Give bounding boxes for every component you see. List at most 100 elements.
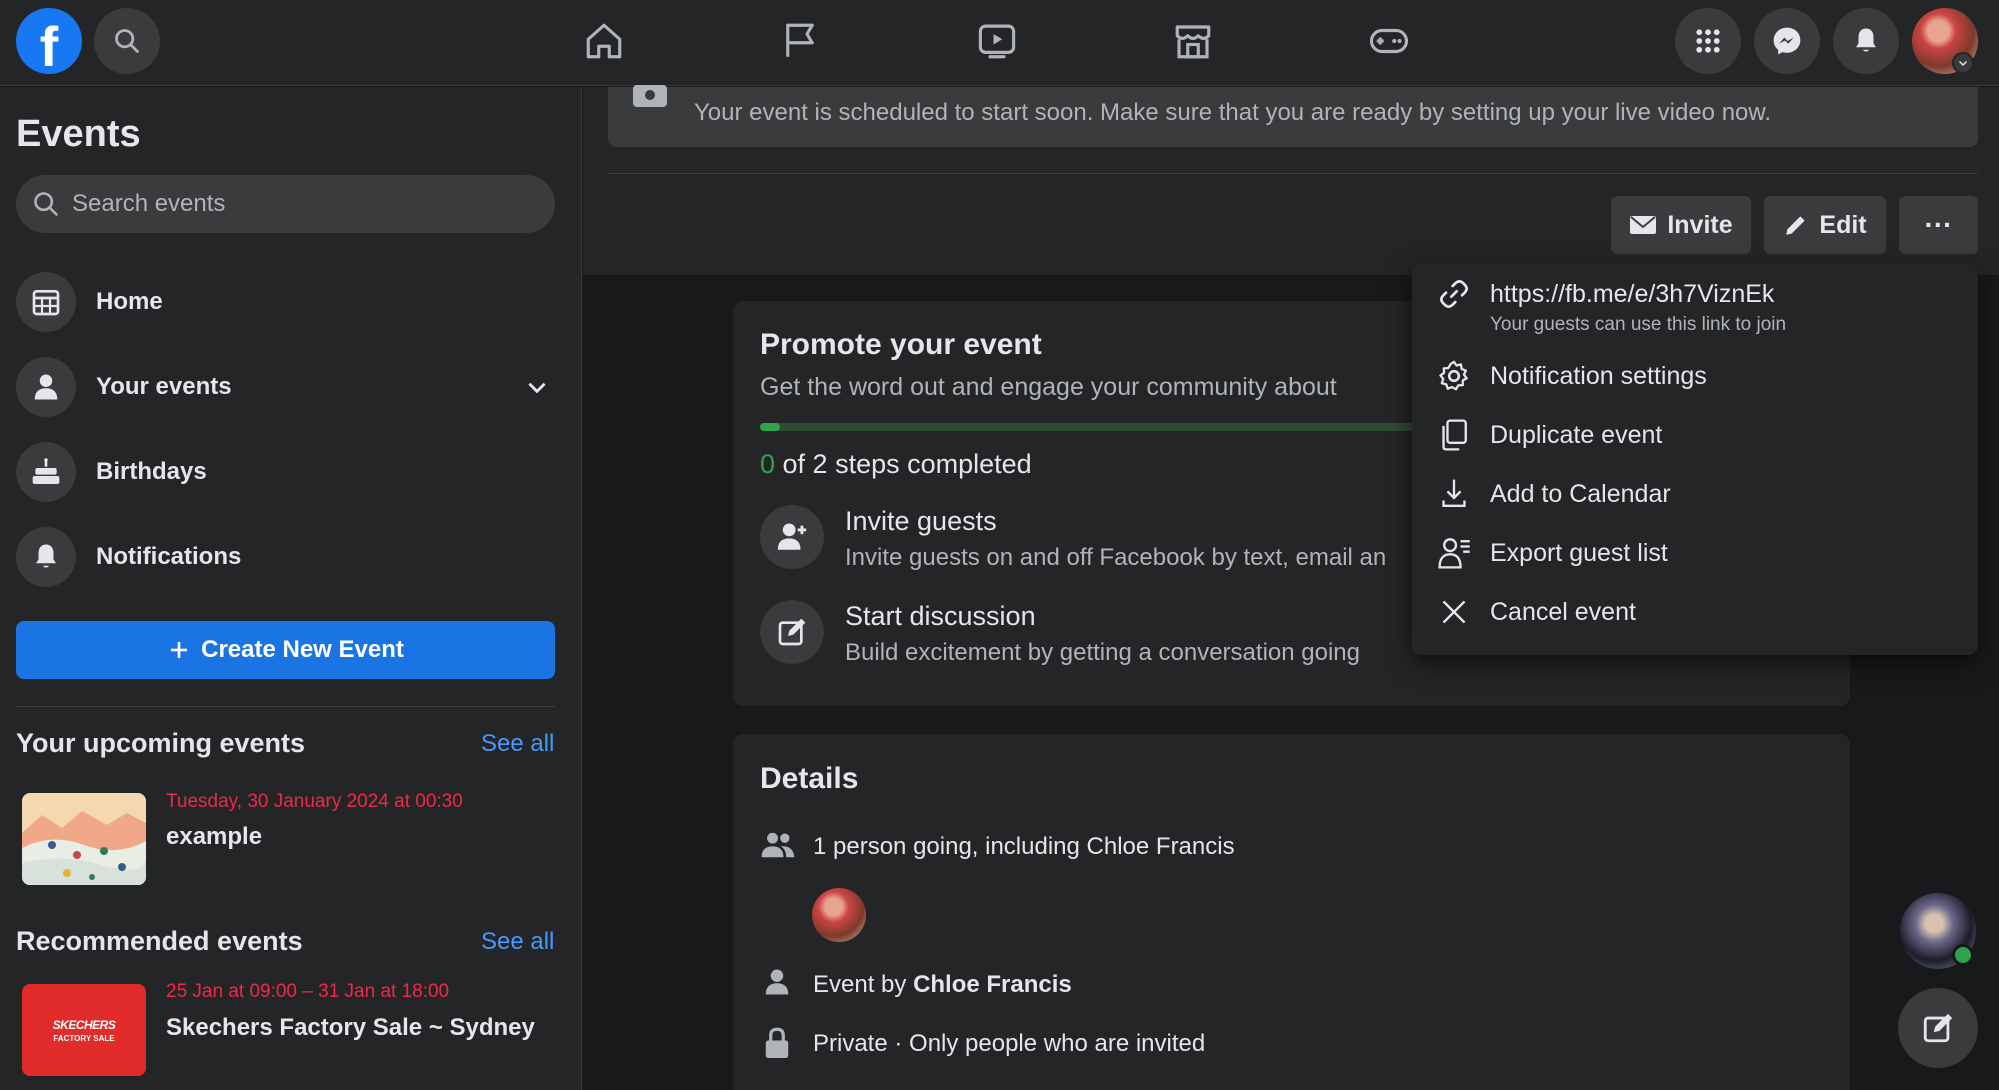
calendar-grid-icon: [16, 272, 76, 332]
step-invite-guests-title[interactable]: Invite guests: [845, 506, 997, 537]
promote-progress-fill: [760, 423, 780, 431]
live-video-banner-text: Your event is scheduled to start soon. M…: [694, 99, 1772, 126]
upcoming-see-all-link[interactable]: See all: [481, 730, 554, 758]
notifications-button[interactable]: [1833, 8, 1899, 74]
search-icon: [115, 29, 139, 53]
menu-button[interactable]: [1675, 8, 1741, 74]
upcoming-event-date: Tuesday, 30 January 2024 at 00:30: [166, 791, 463, 812]
compose-icon: [760, 600, 824, 664]
sidebar-item-label: Your events: [96, 373, 232, 400]
new-message-button[interactable]: [1898, 988, 1978, 1068]
host-person-icon: [765, 969, 789, 995]
thumb-brand-text: SKECHERS: [52, 1017, 116, 1032]
guest-avatar[interactable]: [812, 888, 866, 942]
recommended-events-title: Recommended events: [16, 926, 303, 956]
sidebar-item-label: Birthdays: [96, 458, 207, 485]
flag-icon: [786, 23, 814, 57]
sidebar-title: Events: [16, 113, 141, 155]
edit-button[interactable]: Edit: [1764, 196, 1886, 254]
sidebar-item-your-events[interactable]: Your events: [16, 354, 566, 420]
create-event-label: Create New Event: [201, 636, 404, 663]
bell-icon: [16, 527, 76, 587]
gear-icon: [1436, 358, 1472, 394]
more-options-icon: ···: [1924, 209, 1953, 240]
promote-subtitle: Get the word out and engage your communi…: [760, 373, 1337, 401]
compose-icon: [1923, 1013, 1953, 1043]
menu-item-label: Export guest list: [1490, 539, 1668, 567]
guests-going-text[interactable]: 1 person going, including Chloe Francis: [813, 833, 1235, 861]
download-icon: [1436, 476, 1472, 512]
menu-item-duplicate-event[interactable]: Duplicate event: [1436, 417, 1662, 453]
sidebar-item-birthdays[interactable]: Birthdays: [16, 439, 566, 505]
menu-item-event-link[interactable]: https://fb.me/e/3h7ViznEk Your guests ca…: [1436, 276, 1786, 336]
recommended-event-thumbnail[interactable]: SKECHERS FACTORY SALE: [22, 984, 146, 1076]
header-divider: [608, 173, 1978, 174]
add-person-icon: [760, 505, 824, 569]
facebook-logo-icon[interactable]: f: [16, 8, 82, 74]
details-title: Details: [760, 762, 859, 795]
event-link-text: https://fb.me/e/3h7ViznEk: [1490, 280, 1775, 308]
recommended-event-name[interactable]: Skechers Factory Sale ~ Sydney: [166, 1014, 535, 1042]
steps-completed-text: 0 of 2 steps completed: [760, 449, 1032, 480]
sidebar-item-home[interactable]: Home: [16, 269, 566, 335]
create-new-event-button[interactable]: Create New Event: [16, 621, 555, 679]
top-navigation-bar: f: [0, 0, 1999, 86]
search-button[interactable]: [94, 8, 160, 74]
pencil-icon: [1786, 216, 1806, 235]
menu-item-notification-settings[interactable]: Notification settings: [1436, 358, 1707, 394]
messenger-icon: [1773, 27, 1801, 55]
nav-home-button[interactable]: [574, 11, 634, 71]
online-status-dot: [1952, 944, 1974, 966]
copy-icon: [1436, 417, 1472, 453]
menu-item-cancel-event[interactable]: Cancel event: [1436, 594, 1636, 630]
privacy-text: Private · Only people who are invited: [813, 1030, 1206, 1057]
nav-watch-button[interactable]: [967, 11, 1027, 71]
menu-item-add-to-calendar[interactable]: Add to Calendar: [1436, 476, 1671, 512]
event-link-subtext: Your guests can use this link to join: [1490, 314, 1787, 335]
cake-icon: [16, 442, 76, 502]
envelope-icon: [1630, 216, 1657, 234]
step-invite-guests-desc: Invite guests on and off Facebook by tex…: [845, 544, 1387, 571]
messenger-button[interactable]: [1754, 8, 1820, 74]
thumb-sub-text: FACTORY SALE: [53, 1033, 115, 1043]
sidebar-divider: [16, 706, 555, 707]
more-options-button[interactable]: ···: [1899, 196, 1978, 254]
people-icon: [761, 832, 795, 858]
invite-label: Invite: [1667, 210, 1733, 239]
search-icon: [34, 192, 58, 216]
steps-done-count: 0: [760, 449, 776, 479]
step-start-discussion-title[interactable]: Start discussion: [845, 601, 1036, 632]
invite-button[interactable]: Invite: [1611, 196, 1751, 254]
event-by-prefix: Event by: [813, 971, 914, 998]
recommended-see-all-link[interactable]: See all: [481, 928, 554, 956]
sidebar-item-label: Home: [96, 288, 163, 315]
account-chevron-button[interactable]: [1952, 52, 1974, 74]
menu-grid-icon: [1696, 29, 1720, 53]
person-list-icon: [1436, 535, 1472, 571]
sidebar-item-notifications[interactable]: Notifications: [16, 524, 566, 590]
chevron-down-icon[interactable]: [524, 374, 550, 400]
menu-item-export-guest-list[interactable]: Export guest list: [1436, 535, 1668, 571]
person-icon: [16, 357, 76, 417]
upcoming-event-name[interactable]: example: [166, 823, 262, 851]
nav-pages-button[interactable]: [770, 11, 830, 71]
steps-total-text: of 2 steps completed: [775, 449, 1032, 479]
lock-icon: [765, 1027, 789, 1058]
live-camera-icon: [633, 85, 667, 107]
video-icon: [978, 24, 1016, 59]
link-icon: [1436, 276, 1472, 312]
step-start-discussion-desc: Build excitement by getting a conversati…: [845, 639, 1360, 666]
upcoming-events-title: Your upcoming events: [16, 728, 306, 758]
search-placeholder: Search events: [72, 190, 226, 217]
close-icon: [1436, 594, 1472, 630]
upcoming-event-thumbnail[interactable]: [22, 793, 146, 885]
edit-label: Edit: [1819, 210, 1867, 239]
gaming-icon: [1369, 28, 1409, 54]
recommended-event-date: 25 Jan at 09:00 – 31 Jan at 18:00: [166, 981, 450, 1002]
host-name-link[interactable]: Chloe Francis: [913, 971, 1072, 998]
nav-marketplace-button[interactable]: [1163, 11, 1223, 71]
event-host-text: Event by Chloe Francis: [813, 971, 1072, 999]
nav-gaming-button[interactable]: [1359, 11, 1419, 71]
promote-progress-track: [760, 423, 1420, 431]
search-events-field[interactable]: Search events: [16, 175, 555, 233]
